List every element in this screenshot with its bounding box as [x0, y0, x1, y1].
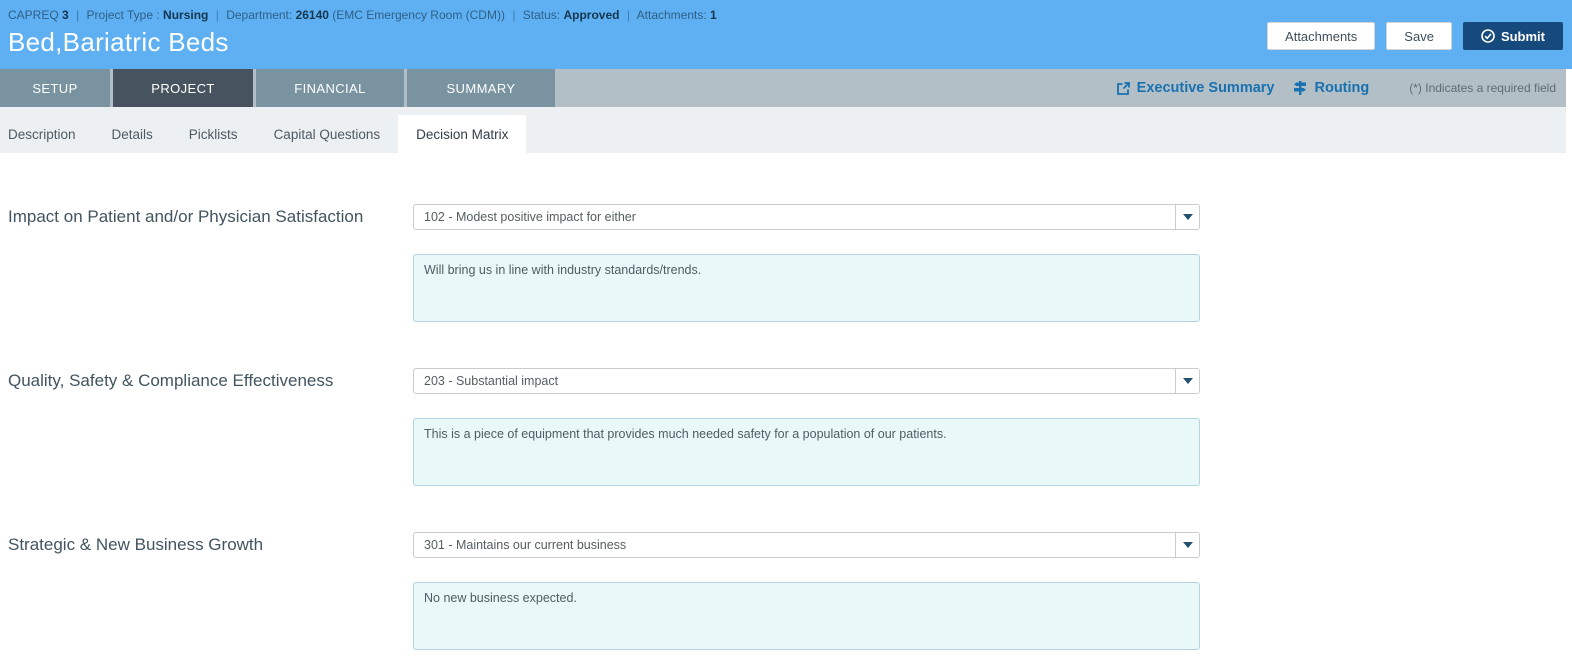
decision-matrix-form: Impact on Patient and/or Physician Satis… [0, 153, 1572, 650]
executive-summary-link[interactable]: Executive Summary [1116, 80, 1275, 96]
tab-setup[interactable]: SETUP [0, 69, 110, 107]
dropdown-toggle-button[interactable] [1176, 368, 1200, 394]
breadcrumb-separator: | [512, 8, 515, 22]
breadcrumb-department-detail: (EMC Emergency Room (CDM)) [332, 8, 505, 22]
breadcrumb-attachments-value: 1 [710, 8, 717, 22]
routing-signpost-icon [1292, 80, 1308, 96]
external-link-icon [1116, 81, 1131, 96]
tab-summary[interactable]: SUMMARY [407, 69, 555, 107]
routing-link[interactable]: Routing [1292, 80, 1369, 96]
dropdown-toggle-button[interactable] [1176, 532, 1200, 558]
section-label: Strategic & New Business Growth [0, 532, 413, 650]
breadcrumb-app-value: 3 [62, 8, 69, 22]
breadcrumb: CAPREQ 3 | Project Type : Nursing | Depa… [8, 8, 1562, 22]
patient-satisfaction-comment-textarea[interactable]: Will bring us in line with industry stan… [413, 254, 1200, 322]
quality-safety-comment-textarea[interactable]: This is a piece of equipment that provid… [413, 418, 1200, 486]
quality-safety-dropdown[interactable]: 203 - Substantial impact [413, 368, 1200, 394]
subtab-description[interactable]: Description [0, 115, 94, 153]
tab-financial[interactable]: FINANCIAL [256, 69, 404, 107]
breadcrumb-department-label: Department: [226, 8, 292, 22]
submit-button[interactable]: Submit [1463, 22, 1563, 50]
sub-tab-bar: Description Details Picklists Capital Qu… [0, 107, 1572, 153]
attachments-button[interactable]: Attachments [1267, 22, 1375, 50]
breadcrumb-separator: | [76, 8, 79, 22]
patient-satisfaction-dropdown[interactable]: 102 - Modest positive impact for either [413, 204, 1200, 230]
section-patient-satisfaction: Impact on Patient and/or Physician Satis… [0, 204, 1572, 322]
dropdown-selected-value[interactable]: 203 - Substantial impact [413, 368, 1176, 394]
section-label: Impact on Patient and/or Physician Satis… [0, 204, 413, 322]
subtab-details[interactable]: Details [94, 115, 171, 153]
dropdown-selected-value[interactable]: 102 - Modest positive impact for either [413, 204, 1176, 230]
dropdown-toggle-button[interactable] [1176, 204, 1200, 230]
section-strategic-growth: Strategic & New Business Growth 301 - Ma… [0, 532, 1572, 650]
tab-project[interactable]: PROJECT [113, 69, 253, 107]
breadcrumb-department-value: 26140 [296, 8, 329, 22]
dropdown-selected-value[interactable]: 301 - Maintains our current business [413, 532, 1176, 558]
section-controls: 203 - Substantial impact This is a piece… [413, 368, 1200, 486]
main-tab-bar: SETUP PROJECT FINANCIAL SUMMARY Executiv… [0, 69, 1572, 107]
subtab-capital-questions[interactable]: Capital Questions [256, 115, 399, 153]
breadcrumb-attachments-label: Attachments: [637, 8, 707, 22]
required-field-note: (*) Indicates a required field [1409, 81, 1556, 95]
caret-down-icon [1183, 542, 1193, 548]
routing-label: Routing [1314, 80, 1369, 96]
save-button[interactable]: Save [1386, 22, 1452, 50]
breadcrumb-separator: | [627, 8, 630, 22]
caret-down-icon [1183, 378, 1193, 384]
section-quality-safety: Quality, Safety & Compliance Effectivene… [0, 368, 1572, 486]
section-controls: 301 - Maintains our current business No … [413, 532, 1200, 650]
section-controls: 102 - Modest positive impact for either … [413, 204, 1200, 322]
tab-bar-right: Executive Summary Routing (*) Indicates … [1116, 69, 1560, 107]
caret-down-icon [1183, 214, 1193, 220]
check-circle-icon [1481, 29, 1495, 43]
app-header: CAPREQ 3 | Project Type : Nursing | Depa… [0, 0, 1572, 69]
header-buttons: Attachments Save Submit [1267, 22, 1563, 50]
breadcrumb-project-type-label: Project Type : [87, 8, 160, 22]
strategic-growth-comment-textarea[interactable]: No new business expected. [413, 582, 1200, 650]
breadcrumb-status-value: Approved [563, 8, 619, 22]
section-label: Quality, Safety & Compliance Effectivene… [0, 368, 413, 486]
subtab-picklists[interactable]: Picklists [171, 115, 256, 153]
strategic-growth-dropdown[interactable]: 301 - Maintains our current business [413, 532, 1200, 558]
breadcrumb-project-type-value: Nursing [163, 8, 208, 22]
executive-summary-label: Executive Summary [1137, 80, 1275, 96]
breadcrumb-status-label: Status: [523, 8, 560, 22]
breadcrumb-separator: | [216, 8, 219, 22]
breadcrumb-app-label: CAPREQ [8, 8, 59, 22]
submit-button-label: Submit [1501, 29, 1545, 44]
subtab-decision-matrix[interactable]: Decision Matrix [398, 115, 526, 153]
